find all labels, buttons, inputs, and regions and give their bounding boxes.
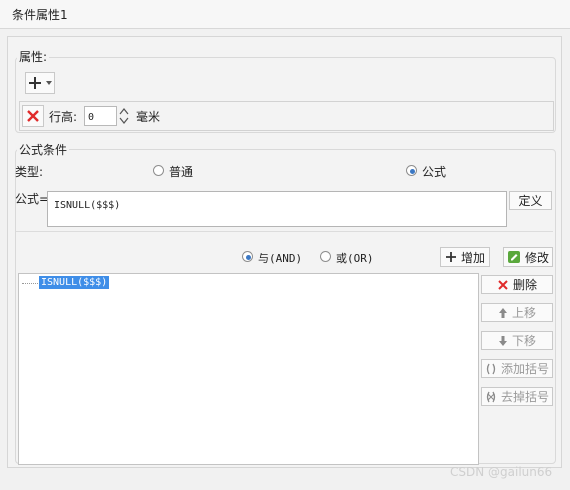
watermark: CSDN @gailun66 — [450, 465, 553, 479]
tree-item[interactable]: ISNULL($$$) — [39, 276, 110, 289]
formula-value: ISNULL($$$) — [54, 200, 121, 211]
row-height-input[interactable]: 0 — [84, 106, 117, 126]
logic-and-radio[interactable] — [242, 251, 253, 262]
row-height-label: 行高: — [49, 110, 78, 124]
type-label: 类型: — [15, 165, 44, 179]
remove-parens-button[interactable]: 去掉括号 — [481, 387, 553, 406]
type-formula-radio[interactable] — [406, 165, 417, 176]
row-height-spinner[interactable] — [118, 106, 130, 126]
move-up-button[interactable]: 上移 — [481, 303, 553, 322]
edit-icon — [507, 250, 521, 264]
modify-condition-button[interactable]: 修改 — [503, 247, 553, 267]
window-title: 条件属性1 — [12, 8, 68, 22]
chevron-down-icon — [46, 81, 52, 85]
delete-label: 删除 — [512, 278, 537, 292]
add-parens-label: 添加括号 — [500, 362, 549, 376]
condition-tree[interactable]: ISNULL($$$) — [18, 273, 479, 465]
define-button[interactable]: 定义 — [509, 191, 552, 210]
add-attribute-dropdown[interactable] — [25, 72, 55, 94]
add-condition-label: 增加 — [460, 250, 485, 265]
remove-parens-label: 去掉括号 — [500, 390, 549, 404]
logic-and-label[interactable]: 与(AND) — [258, 250, 302, 266]
formula-conditions-legend: 公式条件 — [17, 141, 70, 158]
row-height-unit: 毫米 — [136, 110, 161, 124]
title-bar — [0, 0, 570, 29]
move-down-label: 下移 — [511, 334, 536, 348]
move-down-button[interactable]: 下移 — [481, 331, 553, 350]
remove-parentheses-icon — [485, 391, 497, 403]
type-formula-label[interactable]: 公式 — [422, 163, 446, 180]
delete-button[interactable]: 删除 — [481, 275, 553, 294]
attributes-legend: 属性: — [17, 48, 50, 65]
plus-icon — [445, 251, 457, 263]
remove-attribute-button[interactable] — [22, 105, 44, 127]
add-condition-button[interactable]: 增加 — [440, 247, 490, 267]
formula-input[interactable]: ISNULL($$$) — [47, 191, 507, 227]
close-icon — [26, 109, 40, 123]
logic-or-radio[interactable] — [320, 251, 331, 262]
arrow-down-icon — [498, 335, 508, 347]
formula-label: 公式= — [15, 192, 50, 206]
tree-connector — [22, 283, 40, 284]
close-icon — [497, 279, 509, 291]
plus-icon — [28, 76, 42, 90]
type-normal-label[interactable]: 普通 — [169, 163, 193, 180]
add-parens-button[interactable]: 添加括号 — [481, 359, 553, 378]
parentheses-icon — [485, 363, 497, 375]
type-normal-radio[interactable] — [153, 165, 164, 176]
row-height-value: 0 — [88, 112, 95, 123]
logic-or-label[interactable]: 或(OR) — [336, 250, 374, 266]
modify-condition-label: 修改 — [524, 250, 549, 265]
separator — [16, 231, 553, 232]
move-up-label: 上移 — [511, 306, 536, 320]
arrow-up-icon — [498, 307, 508, 319]
